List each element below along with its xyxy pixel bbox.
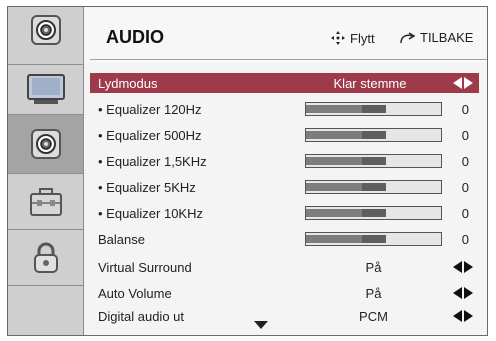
- back-hint-label: TILBAKE: [420, 30, 474, 45]
- move-hint: Flytt: [330, 30, 375, 46]
- page-title: AUDIO: [106, 27, 164, 47]
- move-arrows-icon: [331, 31, 345, 45]
- sidebar-item-lock[interactable]: [8, 230, 83, 285]
- left-right-arrows-icon[interactable]: [453, 77, 473, 89]
- row-label: • Equalizer 5KHz: [98, 179, 196, 195]
- sidebar-item-audio[interactable]: [8, 115, 83, 173]
- row-label: • Equalizer 1,5KHz: [98, 153, 207, 169]
- move-hint-label: Flytt: [350, 30, 375, 46]
- slider-thumb[interactable]: [362, 131, 386, 139]
- slider-thumb[interactable]: [362, 183, 386, 191]
- equalizer-slider[interactable]: [305, 102, 442, 116]
- row-value: 0: [461, 101, 469, 117]
- menu-row-digital-audio-out[interactable]: Digital audio ut PCM: [90, 306, 479, 326]
- slider-thumb[interactable]: [362, 209, 386, 217]
- row-label: Digital audio ut: [98, 308, 184, 324]
- row-value: 0: [461, 153, 469, 169]
- menu-row-auto-volume[interactable]: Auto Volume På: [90, 283, 479, 303]
- menu-row-eq-1500[interactable]: • Equalizer 1,5KHz 0: [90, 151, 479, 171]
- row-value: På: [365, 259, 382, 275]
- chevron-down-icon[interactable]: [254, 321, 268, 329]
- row-value: 0: [461, 205, 469, 221]
- menu-row-eq-120[interactable]: • Equalizer 120Hz 0: [90, 99, 479, 119]
- speaker-icon: [30, 15, 61, 45]
- menu-row-balance[interactable]: Balanse 0: [90, 229, 479, 249]
- sidebar: [8, 7, 84, 335]
- tv-icon: [26, 73, 65, 104]
- slider-thumb[interactable]: [362, 105, 386, 113]
- slider-thumb[interactable]: [362, 157, 386, 165]
- slider-thumb[interactable]: [362, 235, 386, 243]
- sidebar-item-picture[interactable]: [8, 65, 83, 114]
- row-value: 0: [461, 179, 469, 195]
- row-value: 0: [461, 127, 469, 143]
- equalizer-slider[interactable]: [305, 154, 442, 168]
- row-label: • Equalizer 10KHz: [98, 205, 203, 221]
- sidebar-item-audio-header: [8, 7, 83, 53]
- sidebar-item-setup[interactable]: [8, 174, 83, 229]
- row-label: Balanse: [98, 231, 145, 247]
- menu-row-eq-10k[interactable]: • Equalizer 10KHz 0: [90, 203, 479, 223]
- equalizer-slider[interactable]: [305, 206, 442, 220]
- menu-row-virtual-surround[interactable]: Virtual Surround På: [90, 257, 479, 277]
- menu-row-lydmodus[interactable]: Lydmodus Klar stemme: [90, 73, 479, 93]
- back-hint[interactable]: TILBAKE: [398, 30, 473, 45]
- equalizer-slider[interactable]: [305, 180, 442, 194]
- sidebar-divider: [8, 285, 83, 286]
- equalizer-slider[interactable]: [305, 128, 442, 142]
- balance-slider[interactable]: [305, 232, 442, 246]
- left-right-arrows-icon[interactable]: [453, 287, 473, 299]
- left-right-arrows-icon[interactable]: [453, 261, 473, 273]
- header: AUDIO Flytt TILBAKE: [84, 7, 487, 63]
- header-divider: [90, 59, 487, 60]
- row-value: Klar stemme: [333, 75, 407, 91]
- menu-row-eq-5k[interactable]: • Equalizer 5KHz 0: [90, 177, 479, 197]
- toolbox-icon: [29, 187, 62, 216]
- row-label: Virtual Surround: [98, 259, 192, 275]
- row-label: • Equalizer 120Hz: [98, 101, 202, 117]
- row-label: Auto Volume: [98, 285, 172, 301]
- left-right-arrows-icon[interactable]: [453, 310, 473, 322]
- row-value: 0: [461, 231, 469, 247]
- row-label: Lydmodus: [98, 75, 158, 91]
- speaker-icon: [30, 129, 61, 159]
- back-icon: [400, 31, 416, 43]
- menu-row-eq-500[interactable]: • Equalizer 500Hz 0: [90, 125, 479, 145]
- row-label: • Equalizer 500Hz: [98, 127, 202, 143]
- row-value: På: [365, 285, 382, 301]
- lock-icon: [33, 242, 58, 273]
- row-value: PCM: [359, 308, 388, 324]
